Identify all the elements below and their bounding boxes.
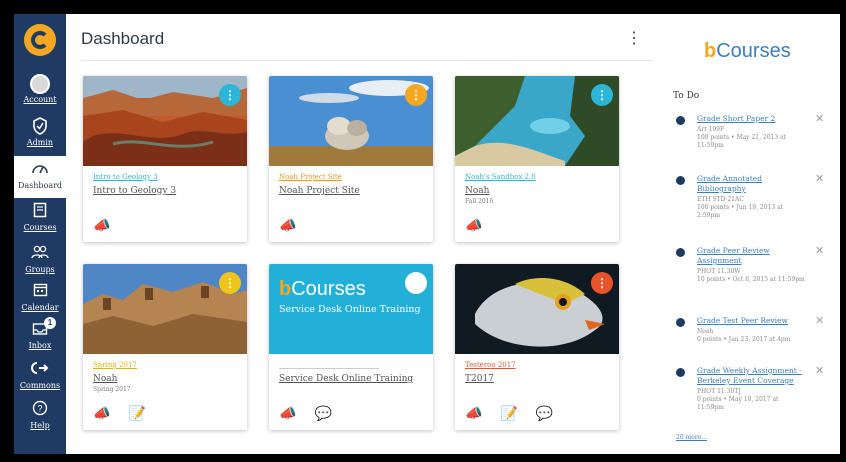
course-card[interactable]: ⋮ Testeroo 2017 T2017 📣 📝 💬: [455, 264, 619, 430]
announcements-icon[interactable]: 📣: [93, 405, 110, 422]
kebab-menu-icon[interactable]: ⋮: [626, 28, 642, 48]
todo-more-link[interactable]: 20 more...: [676, 434, 707, 441]
course-name[interactable]: T2017: [465, 374, 494, 384]
course-name[interactable]: Noah: [93, 374, 117, 384]
course-image-rocks[interactable]: ⋮: [269, 76, 433, 166]
todo-title[interactable]: Grade Short Paper 2: [697, 114, 807, 124]
todo-item[interactable]: Grade Weekly Assignment - Berkeley Event…: [676, 364, 826, 426]
card-options-icon[interactable]: ⋮: [591, 84, 613, 106]
dismiss-icon[interactable]: ✕: [815, 172, 824, 185]
card-options-icon[interactable]: ⋮: [405, 84, 427, 106]
course-name[interactable]: Service Desk Online Training: [279, 374, 413, 384]
course-short-name[interactable]: Testeroo 2017: [465, 361, 516, 369]
todo-item[interactable]: Grade Peer Review Assignment PHOT 11.30W…: [676, 244, 826, 306]
course-name[interactable]: Intro to Geology 3: [93, 186, 176, 196]
course-term: Fall 2016: [465, 198, 494, 205]
course-name[interactable]: Noah Project Site: [279, 186, 360, 196]
announcements-icon[interactable]: 📣: [279, 405, 296, 422]
course-short-name[interactable]: Noah's Sandbox 2.0: [465, 173, 536, 181]
page-title: Dashboard: [81, 29, 165, 48]
account-icon: [30, 74, 50, 94]
course-image-bcourses-training[interactable]: bCourses Service Desk Online Training: [269, 264, 433, 354]
todo-item[interactable]: Grade Test Peer Review Noah 0 points • J…: [676, 314, 826, 356]
canvas-logo-icon[interactable]: [24, 24, 56, 56]
course-card[interactable]: ⋮ Noah's Sandbox 2.0 Noah Fall 2016 📣: [455, 76, 619, 242]
course-image-fortress[interactable]: ⋮: [83, 264, 247, 354]
banner-brand: bCourses: [279, 278, 366, 300]
todo-title[interactable]: Grade Weekly Assignment - Berkeley Event…: [697, 366, 807, 386]
course-card[interactable]: ⋮ Intro to Geology 3 Intro to Geology 3 …: [83, 76, 247, 242]
calendar-icon: [30, 282, 50, 302]
announcements-icon[interactable]: 📣: [93, 217, 110, 234]
course-short-name-divider: [279, 368, 379, 369]
course-card[interactable]: bCourses Service Desk Online Training Se…: [269, 264, 433, 430]
video-frame: Account Admin Dashboard Courses Groups C…: [0, 0, 846, 462]
inbox-unread-badge: 1: [44, 317, 56, 329]
svg-text:?: ?: [37, 404, 42, 414]
course-card[interactable]: ⋮ Spring 2017 Noah Spring 2017 📣 📝: [83, 264, 247, 430]
course-image-fish[interactable]: ⋮: [455, 264, 619, 354]
nav-admin[interactable]: Admin: [14, 117, 66, 147]
card-options-icon[interactable]: ⋮: [219, 84, 241, 106]
dismiss-icon[interactable]: ✕: [815, 112, 824, 125]
nav-groups[interactable]: Groups: [14, 244, 66, 274]
course-term: Spring 2017: [93, 386, 131, 393]
shield-icon: [30, 117, 50, 137]
assignment-icon: [676, 116, 685, 125]
assignments-icon[interactable]: 📝: [128, 405, 145, 422]
todo-title[interactable]: Grade Peer Review Assignment: [697, 246, 807, 266]
dismiss-icon[interactable]: ✕: [815, 244, 824, 257]
assignment-icon: [676, 248, 685, 257]
announcements-icon[interactable]: 📣: [279, 217, 296, 234]
card-options-icon[interactable]: ⋮: [219, 272, 241, 294]
assignment-icon: [676, 176, 685, 185]
todo-item[interactable]: Grade Annotated Bibliography ETH STD 21A…: [676, 172, 826, 234]
todo-heading: To Do: [673, 91, 700, 101]
card-options-icon[interactable]: ⋮: [591, 272, 613, 294]
canvas-dashboard-screen: Account Admin Dashboard Courses Groups C…: [14, 14, 840, 454]
course-short-name[interactable]: Spring 2017: [93, 361, 137, 369]
course-name[interactable]: Noah: [465, 186, 489, 196]
nav-dashboard[interactable]: Dashboard: [14, 156, 66, 198]
dismiss-icon[interactable]: ✕: [815, 314, 824, 327]
nav-inbox[interactable]: 1 Inbox: [14, 317, 66, 350]
nav-commons[interactable]: Commons: [14, 360, 66, 390]
header-divider: [81, 60, 653, 61]
bcourses-logo: bCourses: [704, 40, 791, 62]
assignments-icon[interactable]: 📝: [500, 405, 517, 422]
commons-icon: [30, 360, 50, 380]
dashboard-icon: [30, 160, 50, 180]
announcements-icon[interactable]: 📣: [465, 405, 482, 422]
banner-subtitle: Service Desk Online Training: [279, 304, 421, 315]
announcements-icon[interactable]: 📣: [465, 217, 482, 234]
todo-title[interactable]: Grade Test Peer Review: [697, 316, 807, 326]
course-short-name[interactable]: Intro to Geology 3: [93, 173, 158, 181]
nav-account[interactable]: Account: [14, 74, 66, 104]
help-icon: ?: [30, 400, 50, 420]
nav-courses[interactable]: Courses: [14, 202, 66, 232]
todo-item[interactable]: Grade Short Paper 2 Art 199F 100 points …: [676, 112, 826, 164]
assignment-icon: [676, 368, 685, 377]
course-card[interactable]: ⋮ Noah Project Site Noah Project Site 📣: [269, 76, 433, 242]
global-nav: Account Admin Dashboard Courses Groups C…: [14, 14, 66, 454]
book-icon: [30, 202, 50, 222]
course-image-canyon[interactable]: ⋮: [83, 76, 247, 166]
course-short-name[interactable]: Noah Project Site: [279, 173, 342, 181]
discussions-icon[interactable]: 💬: [536, 405, 553, 422]
assignment-icon: [676, 318, 685, 327]
dismiss-icon[interactable]: ✕: [815, 364, 824, 377]
card-options-icon[interactable]: [405, 272, 427, 294]
nav-help[interactable]: ? Help: [14, 400, 66, 430]
course-image-coast[interactable]: ⋮: [455, 76, 619, 166]
todo-title[interactable]: Grade Annotated Bibliography: [697, 174, 807, 194]
groups-icon: [30, 244, 50, 264]
discussions-icon[interactable]: 💬: [314, 405, 331, 422]
nav-calendar[interactable]: Calendar: [14, 282, 66, 312]
